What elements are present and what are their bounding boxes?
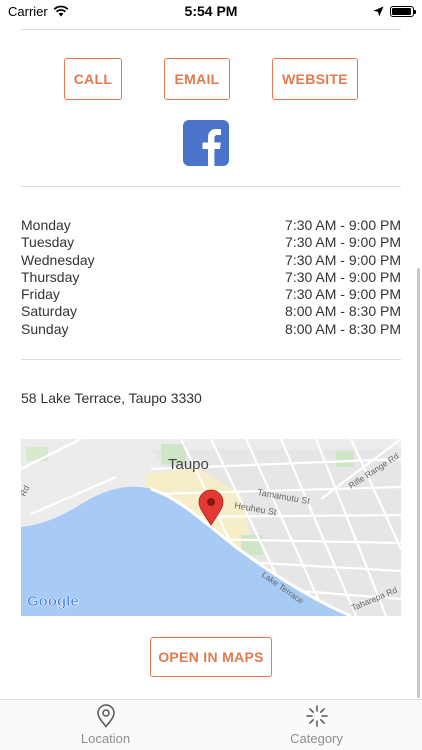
tab-label: Location xyxy=(80,731,131,746)
top-divider xyxy=(21,29,401,30)
tab-category[interactable]: Category xyxy=(211,700,422,750)
status-time: 5:54 PM xyxy=(184,3,238,19)
day-label: Sunday xyxy=(21,320,69,337)
call-button[interactable]: CALL xyxy=(64,58,122,100)
wifi-icon xyxy=(53,5,69,17)
open-in-maps-button[interactable]: OPEN IN MAPS xyxy=(150,637,272,677)
tab-label: Category xyxy=(290,731,343,746)
address-text[interactable]: 58 Lake Terrace, Taupo 3330 xyxy=(21,390,202,406)
facebook-f-icon xyxy=(202,129,221,166)
status-left: Carrier xyxy=(8,4,158,19)
day-label: Thursday xyxy=(21,268,80,285)
hours-row-friday: Friday 7:30 AM - 9:00 PM xyxy=(21,286,401,303)
hours-row-tuesday: Tuesday 7:30 AM - 9:00 PM xyxy=(21,234,401,251)
tab-bar: Location Category xyxy=(0,699,422,750)
hours-value: 7:30 AM - 9:00 PM xyxy=(285,217,401,233)
contact-buttons: CALL EMAIL WEBSITE xyxy=(0,58,422,100)
email-button[interactable]: EMAIL xyxy=(164,58,230,100)
tab-location[interactable]: Location xyxy=(0,700,211,750)
scrollbar[interactable] xyxy=(417,268,420,698)
category-burst-icon xyxy=(305,705,328,727)
day-label: Wednesday xyxy=(21,251,95,268)
hours-row-thursday: Thursday 7:30 AM - 9:00 PM xyxy=(21,269,401,286)
map-view[interactable]: Taupo Tamamutu St Heuheu St Rifle Range … xyxy=(21,439,401,616)
location-pin-icon xyxy=(96,704,115,728)
map-town-label: Taupo xyxy=(168,456,209,473)
google-logo: Google xyxy=(27,593,79,610)
divider-hours-top xyxy=(21,186,401,187)
hours-value: 8:00 AM - 8:30 PM xyxy=(285,320,401,337)
hours-value: 8:00 AM - 8:30 PM xyxy=(285,303,401,320)
hours-value: 7:30 AM - 9:00 PM xyxy=(285,286,401,303)
opening-hours: Monday 7:30 AM - 9:00 PM Tuesday 7:30 AM… xyxy=(21,217,401,338)
battery-fill xyxy=(392,7,411,15)
status-bar: Carrier 5:54 PM xyxy=(0,0,422,22)
location-arrow-icon xyxy=(373,6,384,16)
status-right xyxy=(264,5,416,17)
day-label: Monday xyxy=(21,217,71,233)
battery-icon xyxy=(390,5,416,17)
map-canvas: Taupo Tamamutu St Heuheu St Rifle Range … xyxy=(21,439,401,616)
hours-value: 7:30 AM - 9:00 PM xyxy=(285,234,401,251)
hours-row-saturday: Saturday 8:00 AM - 8:30 PM xyxy=(21,303,401,320)
divider-hours-bottom xyxy=(21,359,401,360)
hours-value: 7:30 AM - 9:00 PM xyxy=(285,268,401,285)
hours-row-monday: Monday 7:30 AM - 9:00 PM xyxy=(21,217,401,234)
day-label: Tuesday xyxy=(21,234,75,251)
day-label: Saturday xyxy=(21,303,78,320)
hours-row-wednesday: Wednesday 7:30 AM - 9:00 PM xyxy=(21,252,401,269)
carrier-label: Carrier xyxy=(8,3,48,19)
website-button[interactable]: WEBSITE xyxy=(272,58,358,100)
hours-row-sunday: Sunday 8:00 AM - 8:30 PM xyxy=(21,321,401,338)
day-label: Friday xyxy=(21,286,60,303)
hours-value: 7:30 AM - 9:00 PM xyxy=(285,251,401,268)
facebook-icon[interactable] xyxy=(183,120,229,166)
